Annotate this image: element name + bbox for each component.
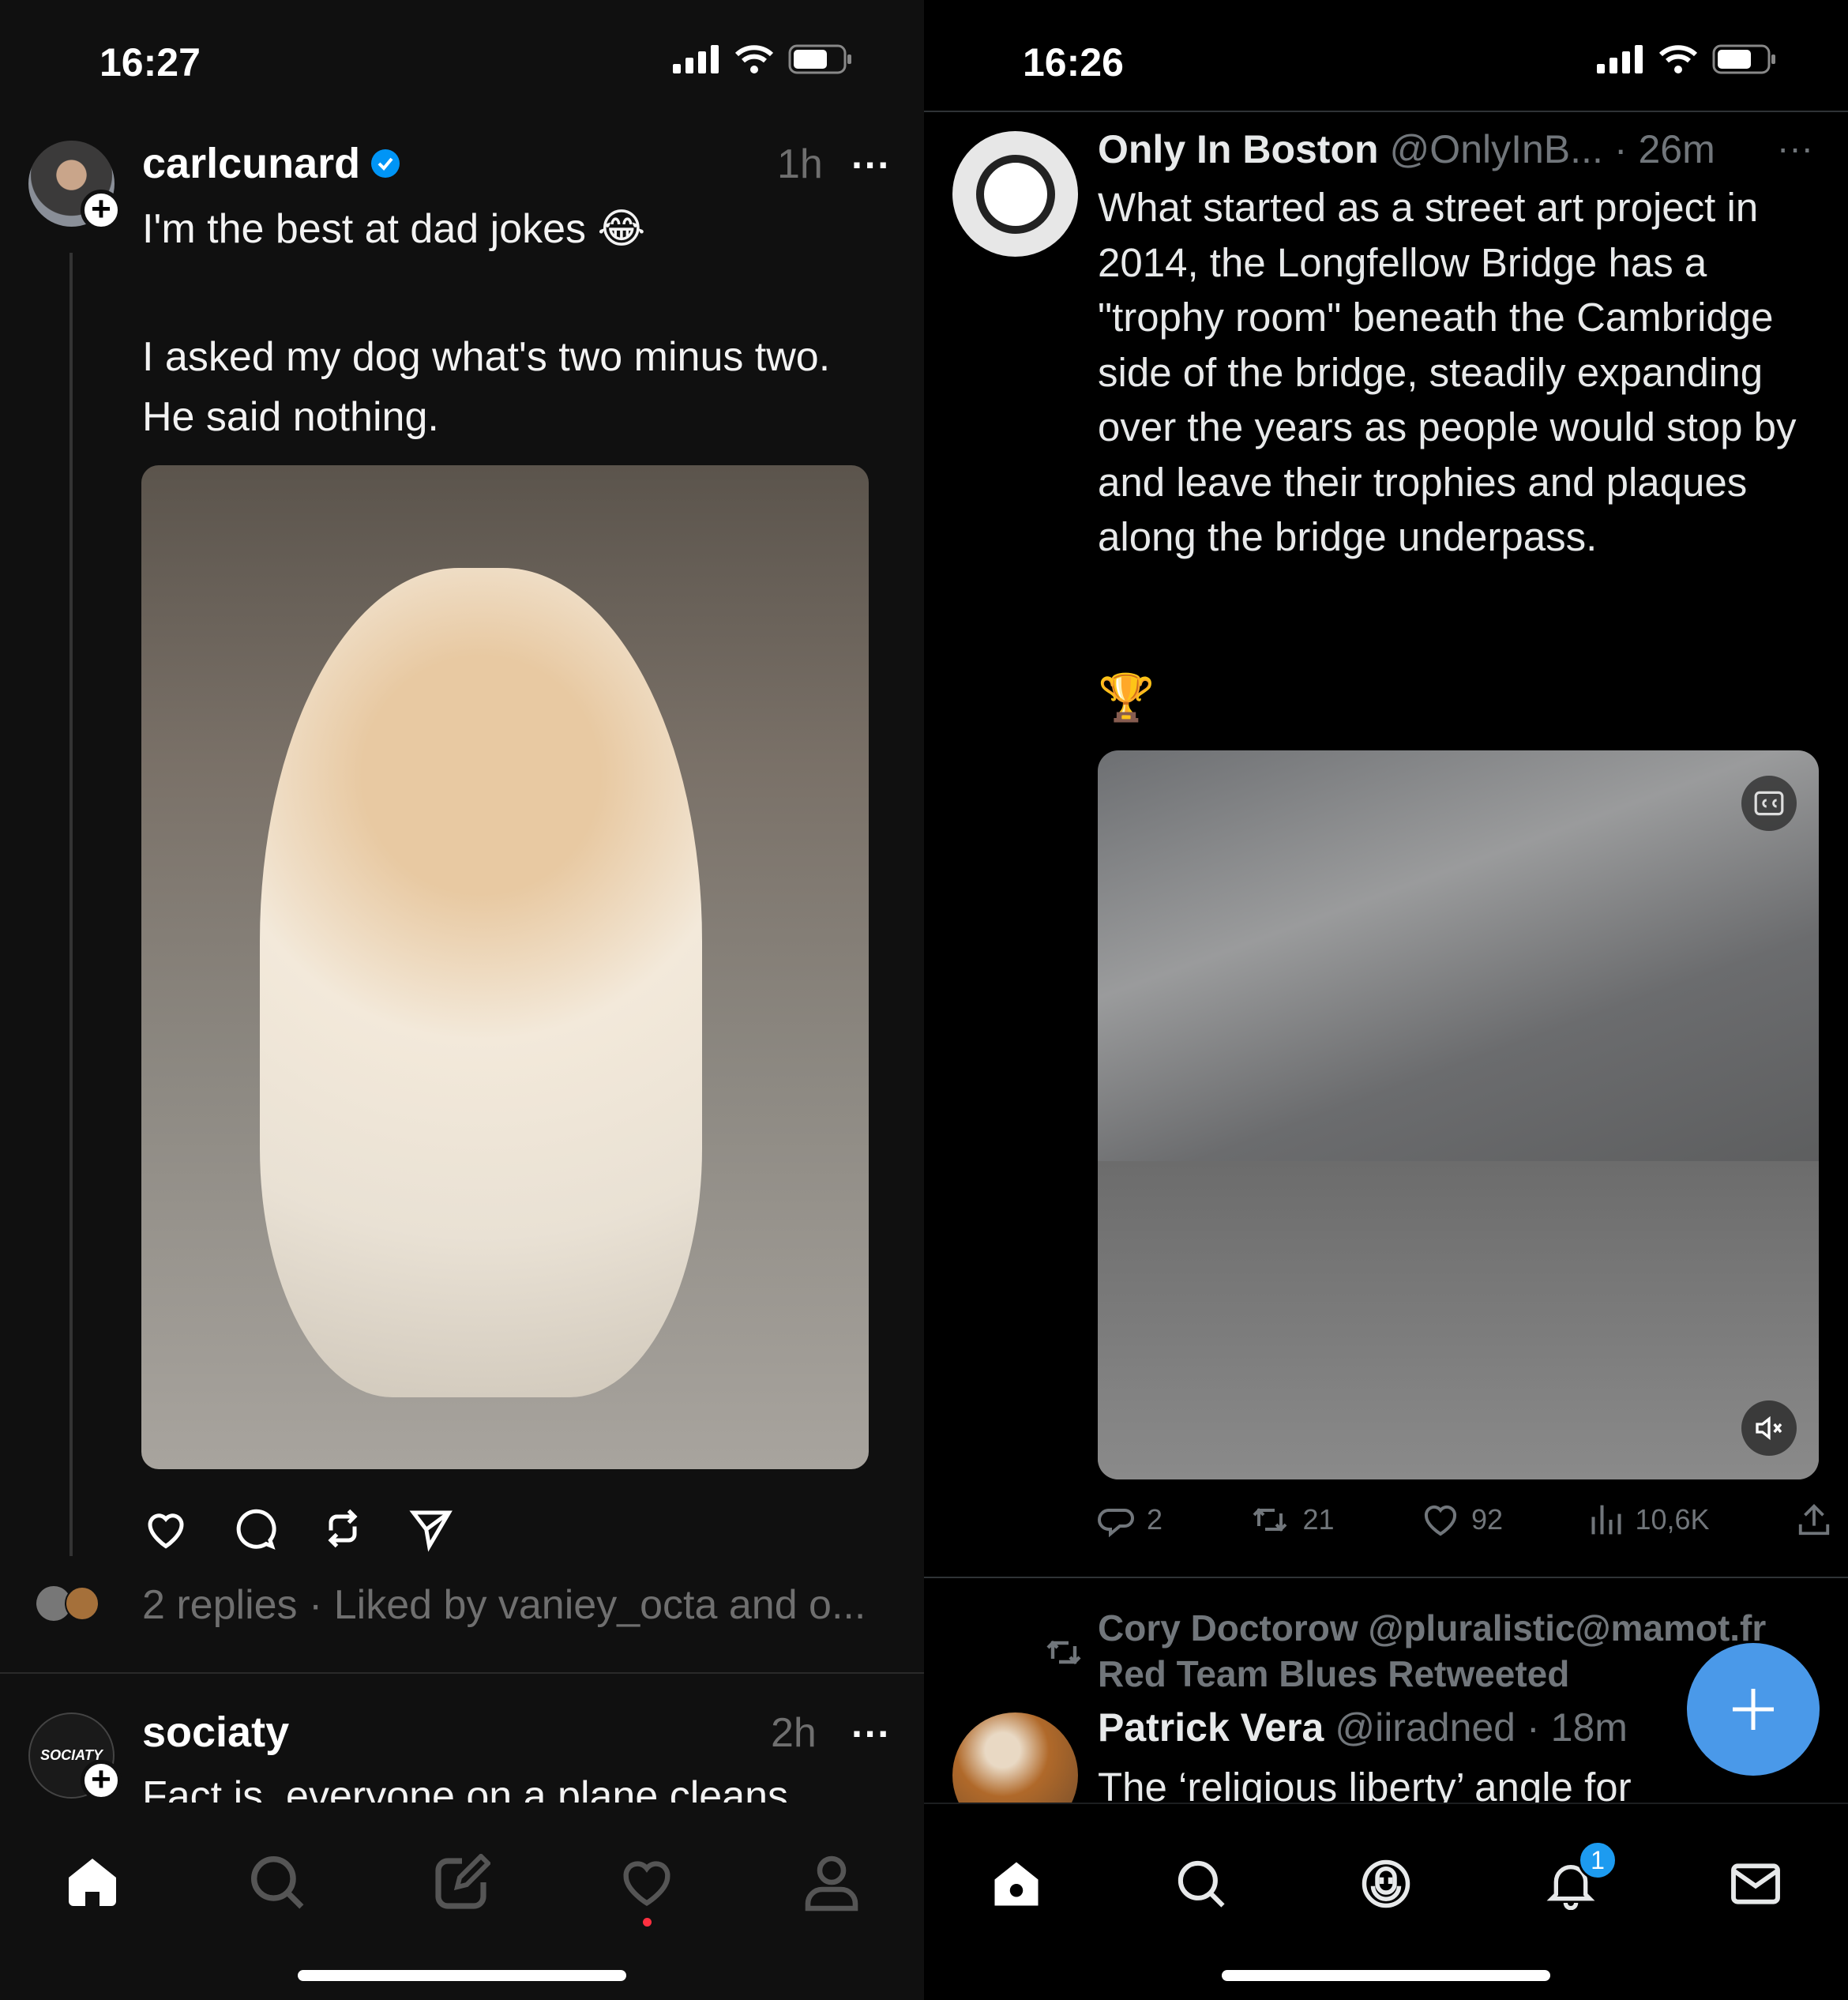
wifi-icon xyxy=(734,45,774,73)
captions-icon xyxy=(1754,791,1784,816)
nav-spaces[interactable] xyxy=(1343,1840,1429,1927)
like-heart-icon[interactable] xyxy=(142,1505,190,1552)
share-icon xyxy=(1798,1504,1830,1536)
captions-button[interactable] xyxy=(1741,776,1797,831)
heart-icon xyxy=(623,1861,670,1907)
nav-home[interactable] xyxy=(973,1840,1060,1927)
post-time: 2h xyxy=(771,1710,817,1756)
compose-tweet-fab[interactable] xyxy=(1687,1643,1820,1776)
reply-bubble-icon[interactable] xyxy=(231,1505,278,1552)
nav-home[interactable] xyxy=(49,1839,136,1926)
post-text-line1: I'm the best at dad jokes 😂 xyxy=(142,206,646,252)
threads-panel: 16:27 + carlcunard 1h ··· I'm the best a… xyxy=(0,0,924,2000)
username[interactable]: carlcunard xyxy=(142,139,360,188)
signal-icon xyxy=(1597,45,1643,73)
status-time: 16:26 xyxy=(1023,40,1124,85)
nav-search[interactable] xyxy=(1158,1840,1245,1927)
divider xyxy=(924,1577,1848,1578)
divider xyxy=(0,1672,924,1674)
notification-badge: 1 xyxy=(1578,1840,1617,1880)
thread-line xyxy=(69,253,73,1556)
plus-icon xyxy=(1733,1689,1774,1730)
compose-icon xyxy=(435,1854,490,1909)
avatar[interactable] xyxy=(952,131,1078,257)
display-name[interactable]: Patrick Vera xyxy=(1098,1705,1324,1750)
retweet-icon xyxy=(1253,1508,1287,1532)
retweet-count: 21 xyxy=(1302,1503,1335,1536)
views-chart-icon xyxy=(1591,1505,1621,1535)
signal-icon xyxy=(673,45,719,73)
more-options-icon[interactable]: ··· xyxy=(851,1711,891,1757)
boston-logo xyxy=(975,154,1055,234)
dog xyxy=(260,568,702,1397)
status-icons xyxy=(1597,44,1777,74)
nav-compose[interactable] xyxy=(419,1839,505,1926)
nav-messages[interactable] xyxy=(1712,1840,1799,1927)
tweet-text: What started as a street art project in … xyxy=(1098,185,1797,559)
tweet-actions: 2 21 92 10,6K xyxy=(1098,1501,1832,1539)
activity-dot xyxy=(643,1918,652,1927)
nav-search[interactable] xyxy=(234,1839,321,1926)
liker-avatar xyxy=(65,1586,100,1621)
spaces-icon xyxy=(1362,1859,1410,1908)
separator: · xyxy=(1527,1705,1540,1750)
retweet-context-icon xyxy=(1046,1640,1081,1665)
battery-icon xyxy=(788,44,851,74)
separator: · xyxy=(1613,127,1628,171)
post-actions xyxy=(142,1505,455,1552)
home-indicator xyxy=(1222,1970,1550,1981)
header-divider xyxy=(924,111,1848,112)
more-options-icon[interactable]: ··· xyxy=(851,142,891,188)
like-button[interactable]: 92 xyxy=(1421,1501,1503,1539)
search-icon xyxy=(1178,1860,1225,1908)
handle[interactable]: @OnlyInB... xyxy=(1390,126,1603,172)
twitter-panel: 16:26 Only In Boston @OnlyInB... · 26m ·… xyxy=(924,0,1848,2000)
post-text-body: I asked my dog what's two minus two. He … xyxy=(142,334,831,440)
status-icons xyxy=(673,44,853,74)
follow-plus-icon[interactable]: + xyxy=(81,190,122,231)
repost-icon[interactable] xyxy=(319,1505,366,1552)
reply-count: 2 xyxy=(1147,1503,1163,1536)
like-count: 92 xyxy=(1471,1503,1503,1536)
tweet-time: 26m xyxy=(1638,127,1715,171)
display-name[interactable]: Only In Boston xyxy=(1098,126,1379,172)
verified-badge-icon xyxy=(371,149,400,178)
home-icon xyxy=(69,1859,116,1906)
nav-profile[interactable] xyxy=(788,1839,875,1926)
handle[interactable]: @iiradned xyxy=(1335,1705,1516,1750)
follow-plus-icon[interactable]: + xyxy=(81,1760,122,1801)
status-time: 16:27 xyxy=(100,40,201,85)
post-meta[interactable]: 2 replies · Liked by vaniey_octa and o..… xyxy=(142,1581,866,1629)
more-options-icon[interactable]: ··· xyxy=(1777,126,1813,169)
tweet-video[interactable] xyxy=(1098,750,1819,1479)
retweeted-by[interactable]: Red Team Blues Retweeted xyxy=(1098,1652,1569,1695)
post-image[interactable] xyxy=(141,465,869,1469)
trophy-emoji: 🏆 xyxy=(1098,672,1155,724)
home-indicator xyxy=(298,1970,626,1981)
heart-icon xyxy=(1424,1505,1456,1536)
reply-button[interactable]: 2 xyxy=(1098,1501,1163,1539)
messages-icon xyxy=(1731,1863,1780,1904)
retweet-button[interactable]: 21 xyxy=(1249,1501,1335,1539)
view-count: 10,6K xyxy=(1635,1503,1710,1536)
search-icon xyxy=(251,1856,304,1909)
muted-speaker-icon xyxy=(1756,1415,1782,1441)
mute-button[interactable] xyxy=(1741,1400,1797,1456)
username[interactable]: sociaty xyxy=(142,1708,289,1757)
tweet-time: 18m xyxy=(1550,1705,1628,1750)
retweet-source[interactable]: Cory Doctorow @pluralistic@mamot.fr xyxy=(1098,1607,1766,1649)
views-button[interactable]: 10,6K xyxy=(1589,1501,1710,1539)
profile-icon xyxy=(805,1855,858,1912)
share-button[interactable] xyxy=(1796,1501,1832,1539)
nav-activity[interactable] xyxy=(603,1839,690,1927)
battery-icon xyxy=(1712,44,1775,74)
bridge-wall xyxy=(1098,1161,1819,1479)
post-time: 1h xyxy=(777,141,823,187)
reply-icon xyxy=(1098,1509,1134,1538)
home-icon xyxy=(994,1862,1039,1906)
wifi-icon xyxy=(1658,45,1698,73)
nav-notifications[interactable]: 1 xyxy=(1527,1840,1617,1927)
share-send-icon[interactable] xyxy=(408,1505,455,1552)
